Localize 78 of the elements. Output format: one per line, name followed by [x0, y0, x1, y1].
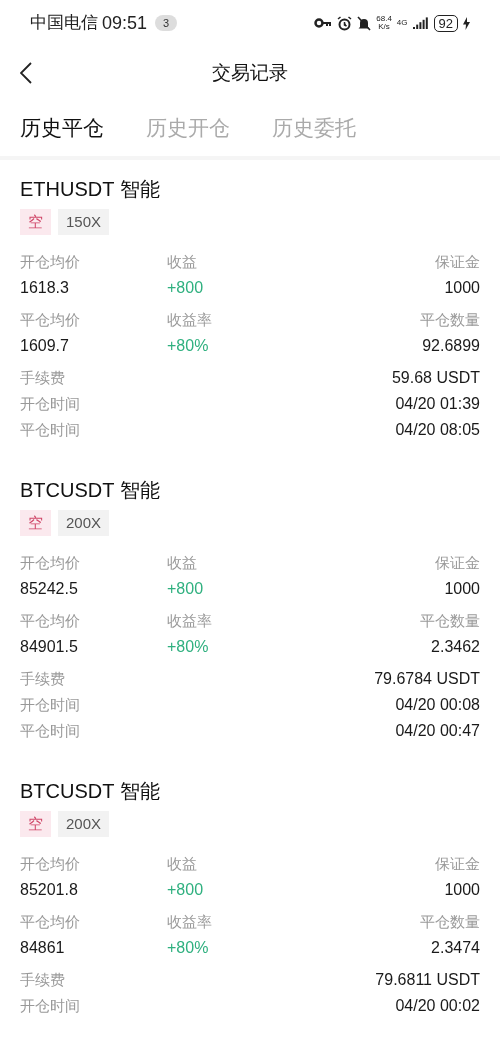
- direction-tag: 空: [20, 209, 51, 235]
- field-label: 平仓数量: [420, 310, 480, 330]
- field-label: 保证金: [435, 252, 480, 272]
- network-speed-unit: K/s: [378, 23, 390, 31]
- field-label: 收益率: [167, 912, 212, 932]
- field-value: 1618.3: [20, 278, 69, 298]
- detail-value: 04/20 00:02: [395, 996, 480, 1016]
- field-label: 收益: [167, 252, 197, 272]
- field-label: 平仓均价: [20, 310, 80, 330]
- field-value: 2.3462: [431, 637, 480, 657]
- field-value: 85242.5: [20, 579, 78, 599]
- field-value: 1000: [444, 278, 480, 298]
- detail-label: 开仓时间: [20, 695, 80, 715]
- leverage-tag: 200X: [58, 811, 110, 837]
- detail-label: 手续费: [20, 970, 65, 990]
- page-title: 交易记录: [212, 60, 288, 85]
- tab[interactable]: 历史委托: [272, 112, 356, 144]
- detail-value: 79.6784 USDT: [374, 669, 480, 689]
- contract-title: BTCUSDT 智能: [20, 478, 161, 503]
- field-label: 收益: [167, 854, 197, 874]
- contract-title: ETHUSDT 智能: [20, 177, 161, 202]
- detail-value: 04/20 00:08: [395, 695, 480, 715]
- detail-label: 手续费: [20, 368, 65, 388]
- field-label: 平仓均价: [20, 611, 80, 631]
- field-value: 84901.5: [20, 637, 78, 657]
- key-icon: [314, 18, 333, 28]
- field-value: +80%: [167, 938, 209, 958]
- charging-icon: [463, 16, 470, 30]
- field-label: 平仓均价: [20, 912, 80, 932]
- back-icon: [20, 62, 32, 84]
- field-value: +80%: [167, 336, 209, 356]
- detail-label: 手续费: [20, 669, 65, 689]
- field-label: 开仓均价: [20, 252, 80, 272]
- field-value: 1000: [444, 579, 480, 599]
- field-label: 保证金: [435, 854, 480, 874]
- field-value: +800: [167, 579, 204, 599]
- direction-tag: 空: [20, 510, 51, 536]
- field-label: 平仓数量: [420, 912, 480, 932]
- field-label: 收益: [167, 553, 197, 573]
- detail-value: 59.68 USDT: [391, 368, 480, 388]
- leverage-tag: 200X: [58, 510, 110, 536]
- network-type: 4G: [396, 16, 408, 29]
- field-value: 2.3474: [431, 938, 480, 958]
- alarm-icon: [337, 15, 353, 31]
- direction-tag: 空: [20, 811, 51, 837]
- network-speed: 68.4: [376, 15, 392, 23]
- detail-label: 开仓时间: [20, 996, 80, 1016]
- field-value: +80%: [167, 637, 209, 657]
- field-label: 平仓数量: [420, 611, 480, 631]
- detail-label: 平仓时间: [20, 420, 80, 440]
- field-value: 1609.7: [20, 336, 69, 356]
- field-label: 收益率: [167, 310, 212, 330]
- detail-value: 04/20 00:47: [395, 721, 480, 741]
- field-value: 84861: [20, 938, 65, 958]
- clock-text: 09:51: [102, 11, 148, 35]
- field-value: 92.6899: [422, 336, 480, 356]
- leverage-tag: 150X: [58, 209, 110, 235]
- detail-label: 开仓时间: [20, 394, 80, 414]
- field-label: 开仓均价: [20, 854, 80, 874]
- field-label: 保证金: [435, 553, 480, 573]
- field-value: +800: [167, 880, 204, 900]
- tab[interactable]: 历史平仓: [20, 112, 104, 144]
- tab[interactable]: 历史开仓: [146, 112, 230, 144]
- field-label: 开仓均价: [20, 553, 80, 573]
- detail-value: 04/20 08:05: [395, 420, 480, 440]
- detail-value: 79.6811 USDT: [375, 970, 480, 990]
- field-value: 1000: [444, 880, 480, 900]
- signal-icon: [412, 17, 429, 29]
- detail-value: 04/20 01:39: [395, 394, 480, 414]
- muted-bell-icon: [357, 15, 372, 31]
- field-label: 收益率: [167, 611, 212, 631]
- carrier-text: 中国电信: [30, 12, 98, 35]
- contract-title: BTCUSDT 智能: [20, 779, 161, 804]
- field-value: 85201.8: [20, 880, 78, 900]
- notification-badge: 3: [155, 14, 178, 32]
- detail-label: 平仓时间: [20, 721, 80, 741]
- battery-indicator: 92: [433, 14, 458, 32]
- field-value: +800: [167, 278, 204, 298]
